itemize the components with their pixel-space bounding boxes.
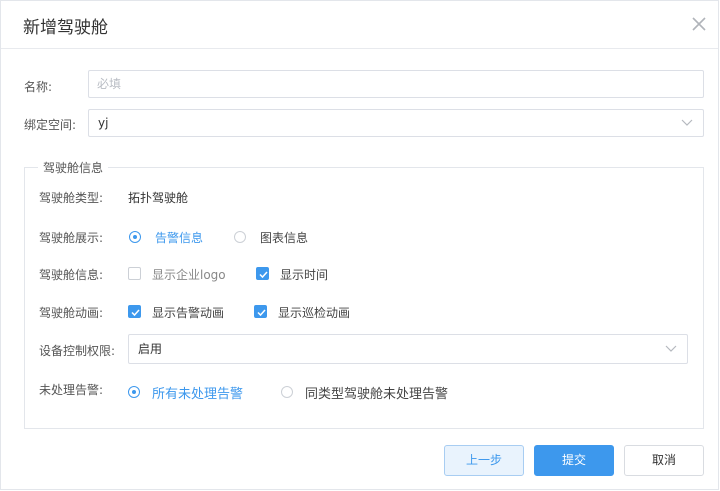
space-select[interactable]: yj xyxy=(88,109,704,137)
checkbox-patrol-animation[interactable] xyxy=(254,305,267,318)
dialog-title: 新增驾驶舱 xyxy=(23,18,108,38)
space-label: 绑定空间: xyxy=(24,118,77,132)
prev-button[interactable]: 上一步 xyxy=(444,445,524,476)
checkbox-alarm-animation[interactable] xyxy=(128,305,141,318)
checkbox-alarm-animation-label[interactable]: 显示告警动画 xyxy=(152,304,224,321)
permission-label: 设备控制权限: xyxy=(39,344,116,358)
radio-all-unhandled[interactable] xyxy=(128,386,140,398)
dialog: 新增驾驶舱 名称: 绑定空间: yj 驾驶舱信息 驾驶舱类型: 拓扑驾驶舱 驾驶… xyxy=(0,0,719,490)
chevron-down-icon xyxy=(665,345,677,352)
cancel-button[interactable]: 取消 xyxy=(624,445,704,476)
checkbox-show-time-label[interactable]: 显示时间 xyxy=(280,266,328,283)
check-icon xyxy=(131,309,140,317)
unhandled-alarm-label: 未处理告警: xyxy=(39,383,104,397)
radio-alarm-info[interactable] xyxy=(129,231,141,243)
submit-button[interactable]: 提交 xyxy=(534,445,614,476)
checkbox-show-time[interactable] xyxy=(256,267,269,280)
chevron-down-icon xyxy=(681,119,693,126)
check-icon xyxy=(259,271,268,279)
radio-all-unhandled-label[interactable]: 所有未处理告警 xyxy=(152,383,243,402)
radio-alarm-info-label[interactable]: 告警信息 xyxy=(155,229,203,246)
permission-select[interactable]: 启用 xyxy=(128,334,688,364)
name-input[interactable] xyxy=(88,70,704,98)
radio-chart-info-label[interactable]: 图表信息 xyxy=(260,229,308,246)
close-icon[interactable] xyxy=(690,15,708,33)
radio-same-type-unhandled-label[interactable]: 同类型驾驶舱未处理告警 xyxy=(305,383,448,402)
cockpit-info-label: 驾驶舱信息: xyxy=(39,268,104,282)
cockpit-type-value: 拓扑驾驶舱 xyxy=(128,191,189,205)
check-icon xyxy=(257,309,266,317)
cockpit-type-label: 驾驶舱类型: xyxy=(39,191,104,205)
radio-chart-info[interactable] xyxy=(234,231,246,243)
checkbox-patrol-animation-label[interactable]: 显示巡检动画 xyxy=(278,304,350,321)
group-legend: 驾驶舱信息 xyxy=(43,161,104,175)
cockpit-display-label: 驾驶舱展示: xyxy=(39,231,104,245)
checkbox-show-logo[interactable] xyxy=(128,267,141,280)
radio-same-type-unhandled[interactable] xyxy=(281,386,293,398)
permission-select-value: 启用 xyxy=(138,342,163,356)
checkbox-show-logo-label[interactable]: 显示企业logo xyxy=(152,266,226,283)
space-select-value: yj xyxy=(98,116,109,130)
name-label: 名称: xyxy=(24,80,53,94)
dialog-header: 新增驾驶舱 xyxy=(1,1,718,49)
cockpit-animation-label: 驾驶舱动画: xyxy=(39,306,104,320)
